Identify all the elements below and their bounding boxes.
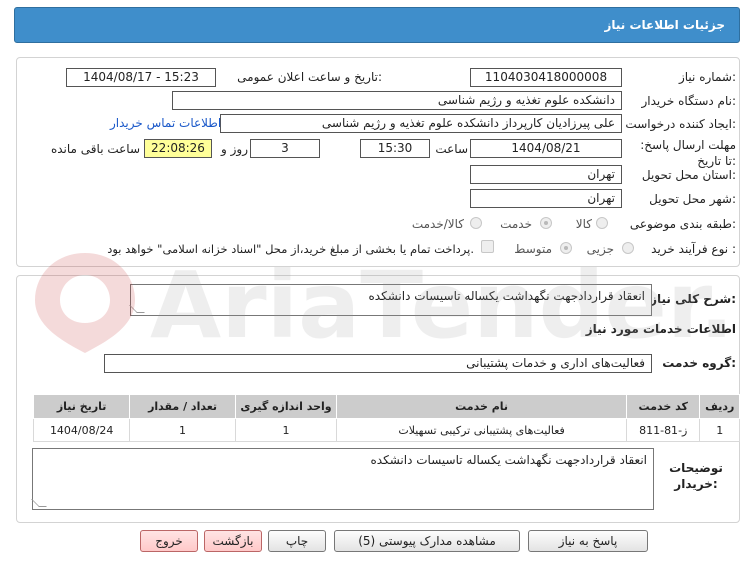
summary-label: شرح کلی نیاز:: [650, 292, 736, 306]
buyer-notes-textarea[interactable]: انعقاد قراردادجهت نگهداشت یکساله تاسیسات…: [31, 448, 654, 510]
category-option-goods-radio[interactable]: [596, 217, 608, 229]
column-header-row-number: ردیف: [699, 394, 740, 419]
days-remaining-field: 3: [250, 139, 320, 158]
category-option-service-radio[interactable]: [540, 217, 552, 229]
deadline-label: مهلت ارسال پاسخ: تا تاریخ:: [640, 138, 736, 168]
category-option-goods-service-label: کالا/خدمت: [411, 217, 464, 231]
resize-handle[interactable]: [129, 305, 145, 313]
summary-text: انعقاد قراردادجهت نگهداشت یکساله تاسیسات…: [368, 289, 646, 303]
days-label: روز و: [221, 142, 248, 156]
cell-unit: 1: [234, 418, 338, 442]
process-option-medium-label: متوسط: [514, 242, 552, 256]
process-option-minor-radio[interactable]: [622, 242, 634, 254]
deadline-time-field: 15:30: [360, 139, 430, 158]
services-section-title: اطلاعات خدمات مورد نیاز: [585, 322, 736, 336]
details-panel: [16, 57, 740, 267]
resize-handle[interactable]: [31, 499, 47, 507]
page-title: جزئیات اطلاعات نیاز: [604, 18, 725, 32]
buyer-contact-link[interactable]: اطلاعات تماس خریدار: [110, 116, 221, 130]
category-label: طبقه بندی موضوعی:: [629, 217, 736, 231]
buyer-org-field: دانشکده علوم تغذیه و رژیم شناسی: [172, 91, 622, 110]
table-header-row: ردیف کد خدمت نام خدمت واحد اندازه گیری ت…: [32, 394, 740, 419]
process-type-label: نوع فرآیند خرید :: [651, 242, 736, 256]
cell-service-code: ز-81-811: [625, 418, 701, 442]
remaining-label: ساعت باقی مانده: [50, 142, 140, 156]
page-header: جزئیات اطلاعات نیاز: [14, 7, 740, 43]
announce-date-label: تاریخ و ساعت اعلان عمومی:: [237, 70, 382, 84]
print-button[interactable]: چاپ: [268, 530, 326, 552]
province-field: تهران: [470, 165, 622, 184]
need-number-label: شماره نیاز:: [678, 70, 736, 84]
creator-field: علی پیرزادیان کارپرداز دانشکده علوم تغذی…: [220, 114, 622, 133]
service-group-label: گروه خدمت:: [662, 356, 736, 370]
need-number-field: 1104030418000008: [470, 68, 622, 87]
city-label: شهر محل تحویل:: [649, 192, 736, 206]
deadline-hour-label: ساعت: [435, 142, 468, 156]
process-option-medium-radio[interactable]: [560, 242, 572, 254]
column-header-service-code: کد خدمت: [625, 394, 701, 419]
service-group-field: فعالیت‌های اداری و خدمات پشتیبانی: [104, 354, 652, 373]
view-attachments-button[interactable]: مشاهده مدارک پیوستی (5): [334, 530, 520, 552]
city-field: تهران: [470, 189, 622, 208]
services-table: ردیف کد خدمت نام خدمت واحد اندازه گیری ت…: [32, 394, 740, 442]
back-button[interactable]: بازگشت: [204, 530, 262, 552]
buyer-notes-label: توضیحات خریدار:: [669, 461, 723, 491]
buyer-notes-text: انعقاد قراردادجهت نگهداشت یکساله تاسیسات…: [370, 453, 648, 467]
treasury-payment-note: پرداخت تمام یا بخشی از مبلغ خرید،از محل …: [107, 242, 474, 256]
column-header-need-date: تاریخ نیاز: [32, 394, 131, 419]
deadline-date-field: 1404/08/21: [470, 139, 622, 158]
cell-row-number: 1: [699, 418, 740, 442]
announce-date-field: 1404/08/17 - 15:23: [66, 68, 216, 87]
remaining-time-field: 22:08:26: [144, 139, 212, 158]
process-option-minor-label: جزیی: [586, 242, 614, 256]
category-option-goods-label: کالا: [575, 217, 592, 231]
treasury-payment-checkbox[interactable]: [481, 240, 494, 253]
column-header-unit: واحد اندازه گیری: [234, 394, 338, 419]
province-label: استان محل تحویل:: [641, 168, 736, 182]
category-option-service-label: خدمت: [500, 217, 532, 231]
column-header-service-name: نام خدمت: [336, 394, 627, 419]
column-header-quantity: تعداد / مقدار: [129, 394, 236, 419]
table-row[interactable]: 1 ز-81-811 فعالیت‌های پشتیبانی ترکیبی تس…: [32, 418, 740, 442]
summary-textarea[interactable]: انعقاد قراردادجهت نگهداشت یکساله تاسیسات…: [129, 284, 652, 316]
category-option-goods-service-radio[interactable]: [470, 217, 482, 229]
buyer-org-label: نام دستگاه خریدار:: [641, 94, 737, 108]
cell-need-date: 1404/08/24: [32, 418, 131, 442]
cell-service-name: فعالیت‌های پشتیبانی ترکیبی تسهیلات: [336, 418, 627, 442]
exit-button[interactable]: خروج: [140, 530, 198, 552]
reply-button[interactable]: پاسخ به نیاز: [528, 530, 648, 552]
creator-label: ایجاد کننده درخواست:: [625, 117, 736, 131]
cell-quantity: 1: [129, 418, 236, 442]
